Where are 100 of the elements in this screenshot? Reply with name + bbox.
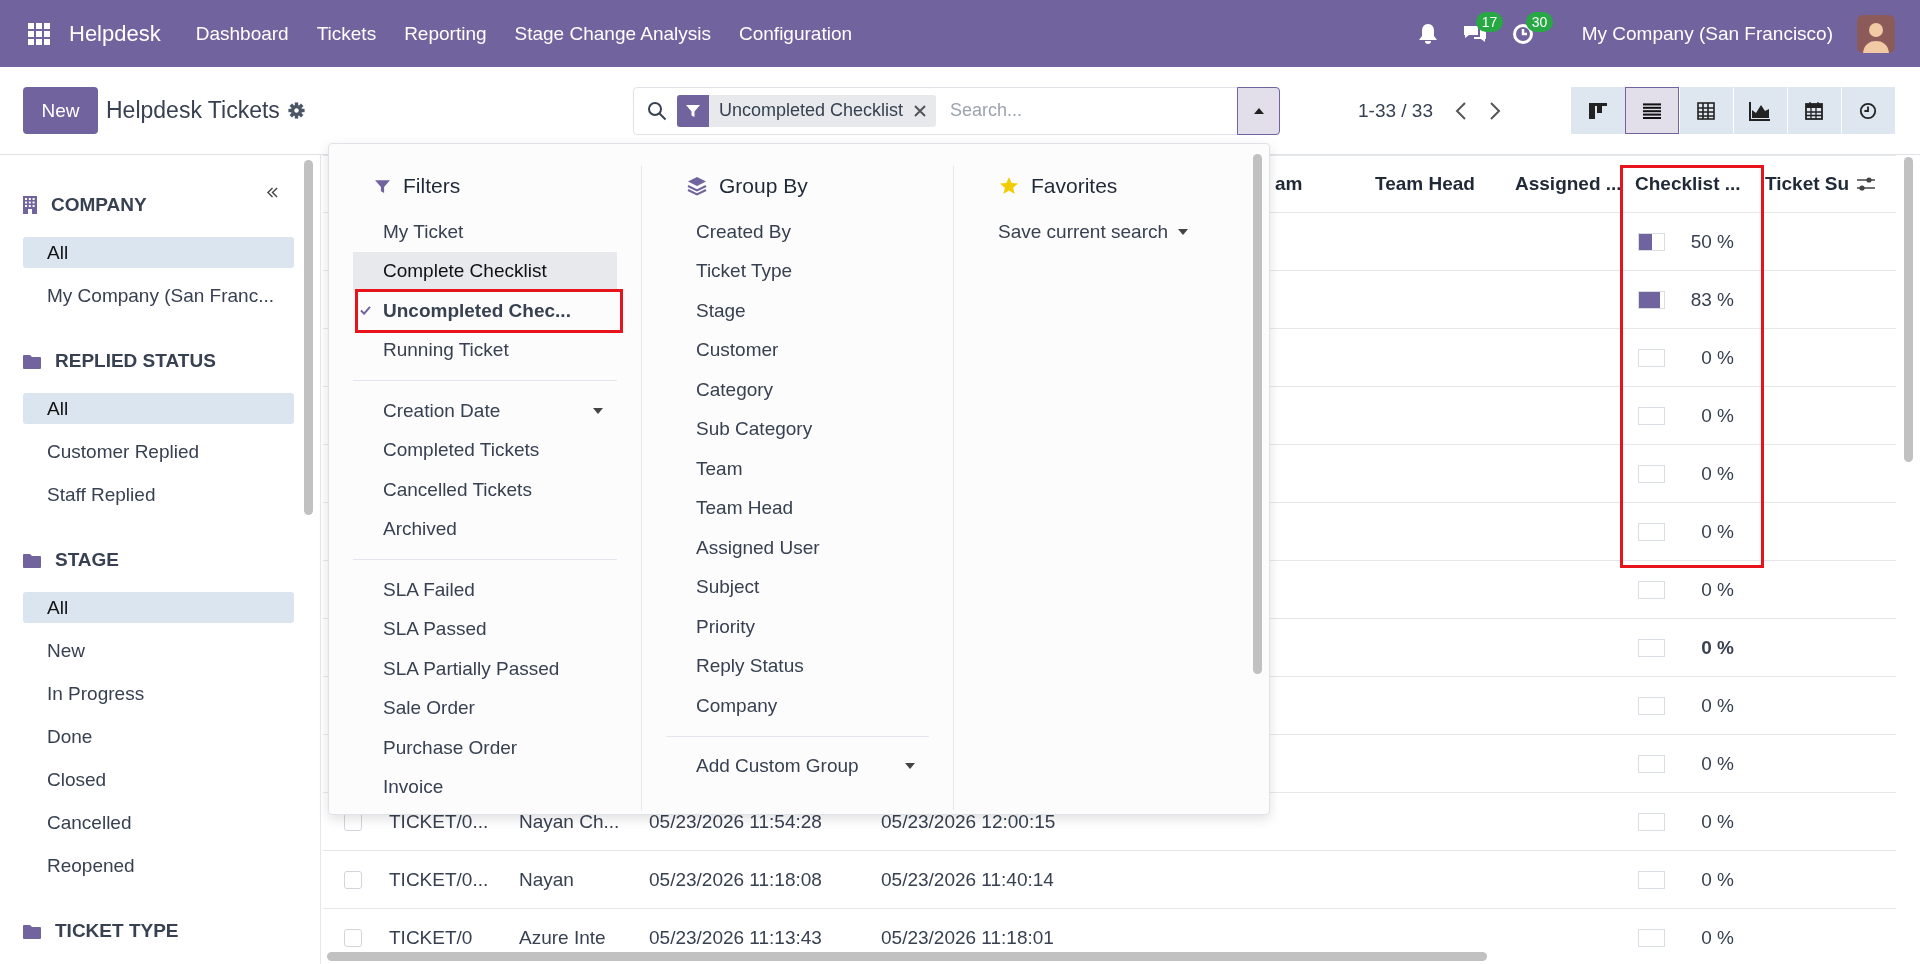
filter-option[interactable]: Creation Date — [353, 391, 617, 431]
group-by-option[interactable]: Assigned User — [666, 528, 929, 568]
page-title: Helpdesk Tickets — [106, 97, 280, 124]
menu-item[interactable]: Configuration — [725, 22, 867, 45]
table-cell: TICKET/0... — [389, 868, 489, 890]
scrollbar[interactable] — [1253, 154, 1262, 674]
menu-item[interactable]: Dashboard — [181, 22, 303, 45]
filter-option[interactable]: SLA Failed — [353, 570, 617, 610]
group-by-option[interactable]: Priority — [666, 607, 929, 647]
filter-option[interactable]: All — [23, 592, 294, 623]
progress-bar — [1638, 232, 1665, 251]
column-header[interactable]: am — [1275, 173, 1303, 194]
column-header[interactable]: Team Head — [1375, 173, 1475, 194]
row-checkbox[interactable] — [344, 870, 362, 889]
company-switcher[interactable]: My Company (San Francisco) — [1581, 22, 1833, 45]
save-search-option[interactable]: Save current search — [978, 212, 1227, 252]
search-input[interactable]: Search... — [948, 99, 1237, 122]
group-by-option[interactable]: Reply Status — [666, 646, 929, 686]
row-checkbox[interactable] — [344, 928, 362, 947]
progress-value: 0 % — [1701, 752, 1734, 775]
menu-item[interactable]: Tickets — [302, 22, 391, 45]
activity-count-badge: 30 — [1525, 11, 1554, 32]
filter-option[interactable]: Customer Replied — [23, 436, 294, 467]
group-by-option[interactable]: Stage — [666, 291, 929, 331]
settings-icon[interactable] — [287, 102, 305, 119]
group-by-option[interactable]: Ticket Type — [666, 251, 929, 291]
scrollbar[interactable] — [327, 952, 1487, 961]
group-by-option[interactable]: Sub Category — [666, 409, 929, 449]
filter-option[interactable]: All — [23, 237, 294, 268]
column-settings-icon[interactable] — [1856, 175, 1876, 193]
group-by-option[interactable]: Add Custom Group — [666, 746, 929, 786]
apps-menu-icon[interactable] — [28, 22, 50, 45]
folder-icon — [23, 353, 41, 369]
filter-option[interactable]: Uncompleted Chec... — [357, 291, 621, 331]
clock-icon[interactable] — [1511, 22, 1534, 45]
bell-icon[interactable] — [1417, 22, 1438, 45]
progress-bar — [1638, 290, 1665, 309]
filter-option[interactable]: My Ticket — [353, 212, 617, 252]
previous-icon[interactable] — [1455, 100, 1467, 121]
progress-value: 0 % — [1701, 868, 1734, 891]
filter-option[interactable]: SLA Passed — [353, 609, 617, 649]
caret-up-icon — [1252, 106, 1265, 115]
table-cell: TICKET/0... — [389, 810, 489, 832]
filter-option[interactable]: Closed — [23, 764, 294, 795]
filter-facet[interactable]: Uncompleted Checklist — [677, 94, 937, 127]
scrollbar[interactable] — [304, 160, 313, 515]
column-header[interactable]: Checklist ... — [1635, 173, 1741, 194]
filter-option[interactable]: Sale Order — [353, 688, 617, 728]
group-by-option[interactable]: Customer — [666, 330, 929, 370]
activity-view-button[interactable] — [1841, 87, 1895, 134]
filter-option[interactable]: All — [23, 393, 294, 424]
star-icon — [999, 176, 1019, 196]
progress-value: 0 % — [1701, 520, 1734, 543]
group-by-option[interactable]: Company — [666, 686, 929, 726]
filter-option[interactable]: Running Ticket — [353, 330, 617, 370]
group-by-option[interactable]: Team Head — [666, 488, 929, 528]
menu-item[interactable]: Reporting — [390, 22, 501, 45]
building-icon — [23, 196, 37, 214]
filter-option[interactable]: Invoice — [353, 767, 617, 807]
section-heading: TICKET TYPE — [55, 920, 179, 942]
section-heading: STAGE — [55, 549, 120, 571]
filter-option[interactable]: Done — [23, 721, 294, 752]
folder-icon — [23, 552, 41, 568]
group-by-option[interactable]: Created By — [666, 212, 929, 252]
new-button[interactable]: New — [23, 87, 98, 134]
layers-icon — [687, 176, 707, 196]
filter-option[interactable]: Cancelled — [23, 807, 294, 838]
collapse-icon[interactable] — [266, 187, 279, 198]
filter-option[interactable]: In Progress — [23, 678, 294, 709]
close-icon[interactable] — [913, 103, 928, 118]
filter-option[interactable]: Reopened — [23, 850, 294, 881]
filter-option[interactable]: Complete Checklist — [353, 251, 617, 291]
filter-option[interactable]: Cancelled Tickets — [353, 470, 617, 510]
column-header[interactable]: Assigned ... — [1515, 173, 1622, 194]
progress-value: 83 % — [1690, 288, 1734, 311]
filter-option[interactable]: Purchase Order — [353, 728, 617, 768]
filter-option[interactable]: Completed Tickets — [353, 430, 617, 470]
panel-heading: Favorites — [1031, 174, 1118, 198]
filter-option[interactable]: New — [23, 635, 294, 666]
filter-option[interactable]: Archived — [353, 509, 617, 549]
next-icon[interactable] — [1489, 100, 1501, 121]
panel-heading: Filters — [403, 174, 461, 198]
table-cell: 05/23/2026 11:54:28 — [649, 810, 822, 832]
search-options-toggle[interactable] — [1237, 86, 1280, 135]
menu-item[interactable]: Stage Change Analysis — [500, 22, 725, 45]
table-cell: 05/23/2026 11:40:14 — [881, 868, 1054, 890]
column-header[interactable]: Ticket Su — [1765, 173, 1850, 194]
scrollbar[interactable] — [1904, 157, 1913, 462]
progress-value: 0 % — [1701, 578, 1734, 601]
user-avatar[interactable] — [1857, 14, 1895, 53]
filter-option[interactable]: SLA Partially Passed — [353, 649, 617, 689]
group-by-option[interactable]: Subject — [666, 567, 929, 607]
group-by-option[interactable]: Team — [666, 449, 929, 489]
list-view-button[interactable] — [1625, 87, 1679, 134]
pager-value[interactable]: 1-33 / 33 — [1358, 99, 1433, 122]
app-name[interactable]: Helpdesk — [69, 20, 161, 47]
filter-option[interactable]: My Company (San Franc... — [23, 280, 294, 311]
filter-option[interactable]: Staff Replied — [23, 479, 294, 510]
group-by-option[interactable]: Category — [666, 370, 929, 410]
table-cell: 05/23/2026 11:18:08 — [649, 868, 822, 890]
